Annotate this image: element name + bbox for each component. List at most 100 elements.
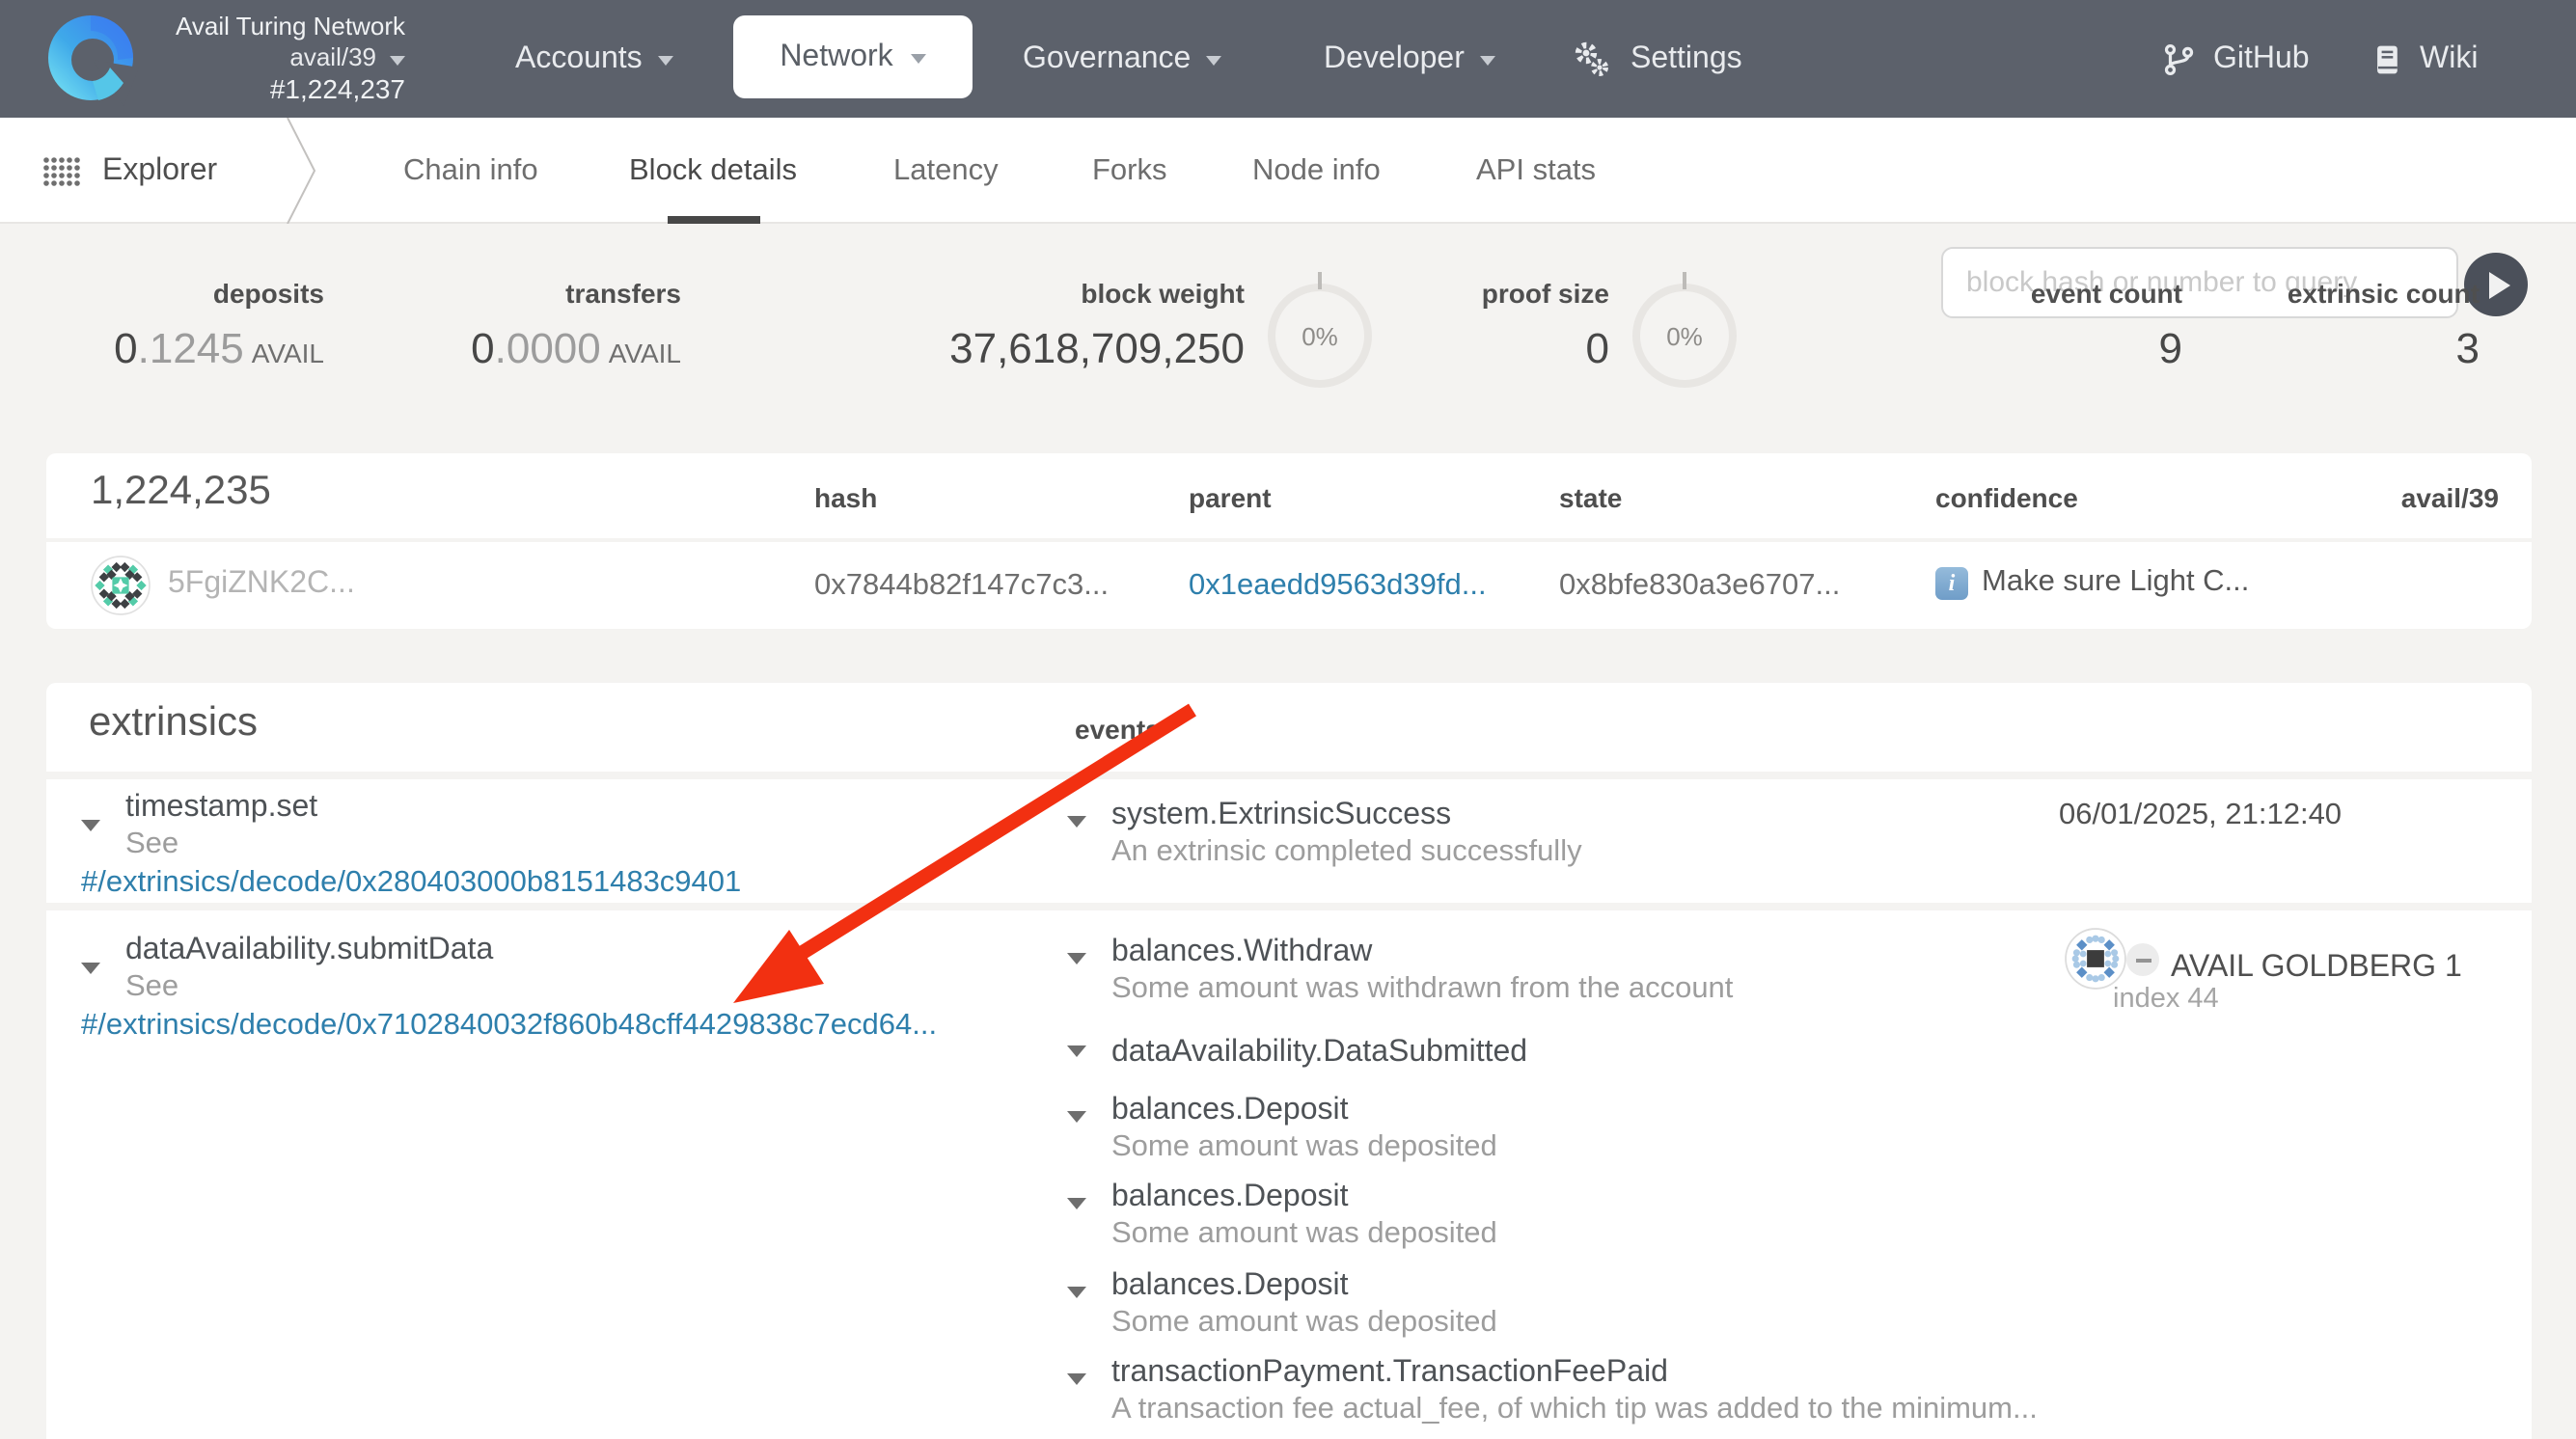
tab-forks[interactable]: Forks [1092, 118, 1167, 224]
event-name: balances.Deposit [1111, 1092, 1497, 1128]
event-description: Some amount was deposited [1111, 1304, 1497, 1341]
section-tabbar: Explorer Chain info Block details Latenc… [0, 118, 2576, 224]
best-block-number: #1,224,237 [112, 73, 405, 106]
stat-value-frac: .1245 [138, 324, 244, 372]
stat-unit: AVAIL [609, 338, 681, 368]
tab-api-stats[interactable]: API stats [1476, 118, 1596, 224]
proof-size-gauge: 0% [1632, 284, 1737, 388]
event-name: balances.Deposit [1111, 1267, 1497, 1304]
sidebar-item-explorer[interactable]: Explorer [42, 118, 217, 224]
event-description: A transaction fee actual_fee, of which t… [1111, 1391, 2038, 1427]
menu-developer[interactable]: Developer [1324, 0, 1495, 118]
play-icon [2489, 271, 2510, 298]
tab-latency[interactable]: Latency [893, 118, 999, 224]
active-tab-underline [667, 216, 759, 224]
explorer-label: Explorer [102, 153, 217, 188]
github-link[interactable]: GitHub [2161, 0, 2310, 118]
event-name: system.ExtrinsicSuccess [1111, 797, 1582, 833]
account-index: index 44 [2113, 984, 2219, 1015]
event-item: balances.Deposit Some amount was deposit… [1067, 1267, 1497, 1341]
block-author-address[interactable]: 5FgiZNK2C... [168, 567, 355, 602]
tab-node-info[interactable]: Node info [1252, 118, 1381, 224]
menu-governance-label: Governance [1023, 41, 1191, 76]
block-state-value: 0x8bfe830a3e6707... [1559, 569, 1840, 604]
stat-label: block weight [949, 278, 1245, 311]
stat-deposits: deposits 0.1245AVAIL [114, 278, 324, 380]
stat-value: 37,618,709,250 [949, 322, 1245, 374]
gauge-percent: 0% [1302, 321, 1338, 350]
github-label: GitHub [2213, 41, 2310, 76]
expand-caret-icon[interactable] [1067, 1045, 1086, 1057]
expand-caret-icon[interactable] [81, 963, 100, 974]
column-header-hash: hash [814, 482, 877, 513]
tab-label: Chain info [403, 153, 538, 188]
stat-label: deposits [114, 278, 324, 311]
event-description: Some amount was withdrawn from the accou… [1111, 970, 1733, 1007]
block-table-row: 5FgiZNK2C... 0x7844b82f147c7c3... 0x1eae… [46, 542, 2532, 629]
chain-selector[interactable]: avail/39 [112, 42, 405, 73]
stat-label: proof size [1482, 278, 1609, 311]
tab-block-details[interactable]: Block details [629, 118, 797, 224]
menu-settings-label: Settings [1631, 41, 1742, 76]
extrinsic-row: dataAvailability.submitData See #/extrin… [46, 910, 2532, 1439]
gears-icon [1571, 38, 1613, 80]
expand-caret-icon[interactable] [81, 820, 100, 831]
network-info: Avail Turing Network avail/39 #1,224,237 [112, 10, 405, 106]
expand-caret-icon[interactable] [1067, 953, 1086, 964]
chevron-down-icon [911, 54, 926, 64]
tab-label: Latency [893, 153, 999, 188]
event-item: system.ExtrinsicSuccess An extrinsic com… [1067, 797, 1582, 870]
confidence-cell[interactable]: Make sure Light C... [1935, 565, 2249, 600]
stat-label: transfers [471, 278, 681, 311]
account-name[interactable]: AVAIL GOLDBERG 1 [2171, 951, 2462, 986]
column-header-state: state [1559, 482, 1622, 513]
stat-value-int: 0 [471, 324, 495, 372]
extrinsic-see: See [125, 826, 317, 862]
menu-developer-label: Developer [1324, 41, 1465, 76]
stat-value-frac: .0000 [495, 324, 601, 372]
event-item: balances.Deposit Some amount was deposit… [1067, 1092, 1497, 1165]
expand-caret-icon[interactable] [1067, 1373, 1086, 1385]
wiki-link[interactable]: Wiki [2370, 0, 2478, 118]
menu-settings[interactable]: Settings [1571, 0, 1742, 118]
extrinsic-decode-link[interactable]: #/extrinsics/decode/0x280403000b8151483c… [81, 866, 741, 901]
minus-badge-icon [2126, 943, 2159, 976]
expand-caret-icon[interactable] [1067, 816, 1086, 828]
event-item: balances.Deposit Some amount was deposit… [1067, 1179, 1497, 1252]
menu-governance[interactable]: Governance [1023, 0, 1221, 118]
extrinsics-table-header: extrinsics events [46, 683, 2532, 772]
chevron-down-icon [390, 55, 405, 65]
top-navbar: Avail Turing Network avail/39 #1,224,237… [0, 0, 2576, 118]
grid-dots-icon [42, 155, 81, 186]
stat-extrinsic-count: extrinsic count 3 [2288, 278, 2480, 374]
chevron-down-icon [658, 56, 673, 66]
tab-label: Block details [629, 153, 797, 188]
info-icon [1935, 566, 1968, 599]
chevron-down-icon [1206, 56, 1221, 66]
expand-caret-icon[interactable] [1067, 1287, 1086, 1298]
menu-accounts-label: Accounts [515, 41, 643, 76]
event-item: transactionPayment.TransactionFeePaid A … [1067, 1354, 2038, 1427]
stat-value-int: 0 [114, 324, 138, 372]
gauge-percent: 0% [1666, 321, 1703, 350]
expand-caret-icon[interactable] [1067, 1198, 1086, 1209]
block-hash-value: 0x7844b82f147c7c3... [814, 569, 1109, 604]
column-header-parent: parent [1189, 482, 1272, 513]
tab-chain-info[interactable]: Chain info [403, 118, 538, 224]
extrinsic-method: timestamp.set [125, 789, 317, 826]
extrinsic-decode-link[interactable]: #/extrinsics/decode/0x7102840032f860b48c… [81, 1009, 937, 1044]
chevron-down-icon [1480, 56, 1495, 66]
extrinsic-see: See [125, 968, 493, 1005]
tab-label: Node info [1252, 153, 1381, 188]
expand-caret-icon[interactable] [1067, 1111, 1086, 1123]
menu-network-active[interactable]: Network [733, 15, 973, 98]
menu-accounts[interactable]: Accounts [515, 0, 673, 118]
block-weight-gauge: 0% [1268, 284, 1372, 388]
git-branch-icon [2161, 40, 2198, 78]
block-number: 1,224,235 [91, 469, 271, 515]
event-description: An extrinsic completed successfully [1111, 833, 1582, 870]
block-parent-link[interactable]: 0x1eaedd9563d39fd... [1189, 569, 1487, 604]
event-item: balances.Withdraw Some amount was withdr… [1067, 934, 1733, 1007]
breadcrumb-chevron [278, 118, 320, 224]
account-identicon [2065, 928, 2126, 990]
